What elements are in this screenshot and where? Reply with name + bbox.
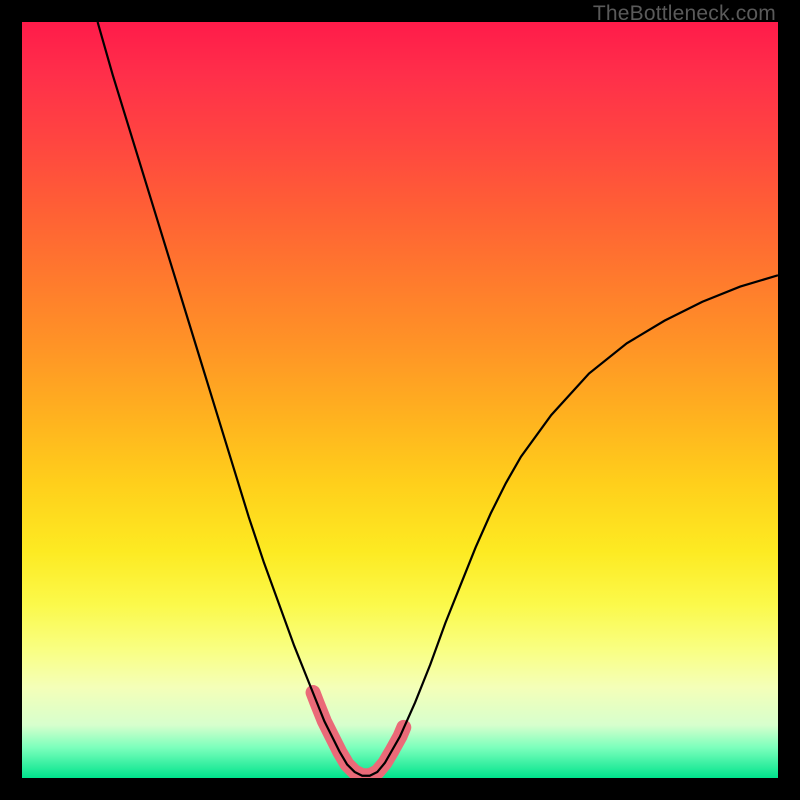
highlight-segment <box>313 693 404 776</box>
watermark-text: TheBottleneck.com <box>593 2 776 26</box>
bottleneck-curve <box>98 22 778 776</box>
chart-frame: TheBottleneck.com <box>0 0 800 800</box>
plot-area <box>22 22 778 778</box>
curve-overlay <box>22 22 778 778</box>
